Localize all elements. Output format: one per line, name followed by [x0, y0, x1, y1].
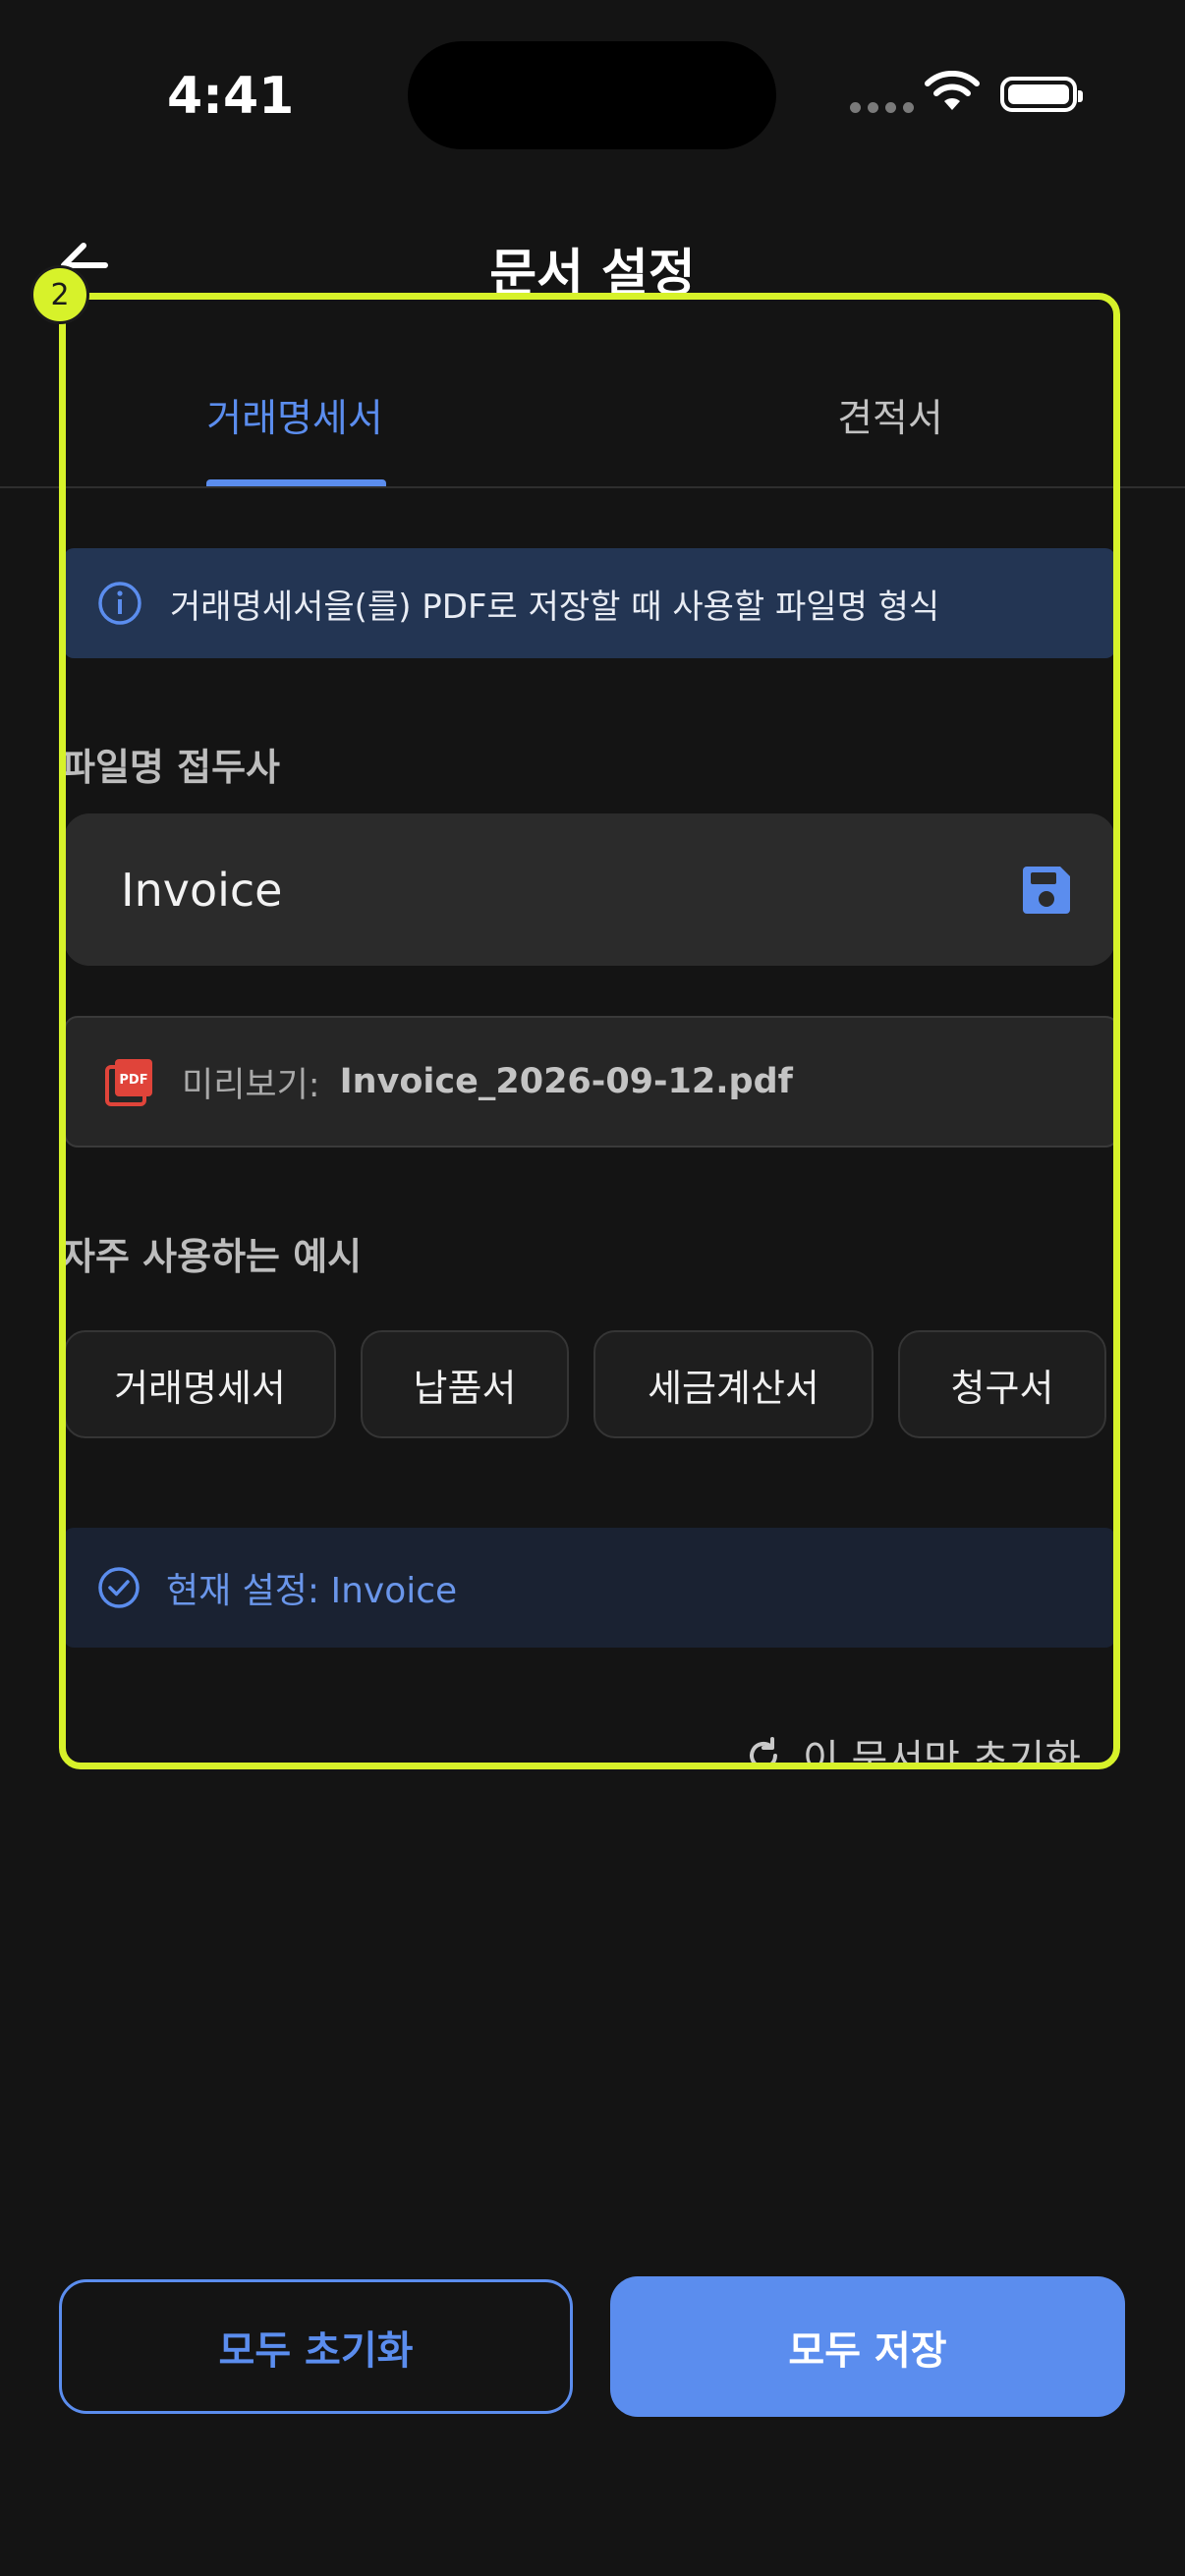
example-chip[interactable]: 세금계산서: [593, 1330, 874, 1438]
example-chip[interactable]: 납품서: [361, 1330, 569, 1438]
reset-this-document-label: 이 문서만 초기화: [802, 1737, 1081, 1768]
info-icon: [98, 582, 141, 625]
battery-icon: [1000, 77, 1083, 112]
page-title: 문서 설정: [489, 245, 696, 304]
highlight-badge: 2: [30, 265, 89, 324]
info-banner: 거래명세서을(를) PDF로 저장할 때 사용할 파일명 형식: [64, 548, 1115, 658]
reset-this-document-button[interactable]: 이 문서만 초기화: [727, 1721, 1120, 1768]
pdf-icon: PDF: [105, 1059, 152, 1106]
status-time: 4:41: [167, 67, 295, 126]
floppy-disk-icon[interactable]: [1017, 861, 1076, 920]
reset-all-button[interactable]: 모두 초기화: [59, 2279, 573, 2414]
example-chip[interactable]: 청구서: [898, 1330, 1106, 1438]
preview-filename: Invoice_2026-09-12.pdf: [339, 1062, 793, 1101]
refresh-icon: [749, 1737, 777, 1768]
tab-transaction-statement[interactable]: 거래명세서: [0, 388, 590, 443]
filename-preview: PDF 미리보기: Invoice_2026-09-12.pdf: [64, 1016, 1119, 1148]
dynamic-island: [408, 41, 776, 149]
examples-label: 자주 사용하는 예시: [61, 1235, 363, 1278]
current-setting-banner: 현재 설정: Invoice: [64, 1528, 1115, 1648]
current-setting-text: 현재 설정: Invoice: [166, 1571, 458, 1611]
tab-divider: [0, 486, 1185, 488]
preview-label: 미리보기:: [182, 1065, 320, 1105]
example-chip-list: 거래명세서 납품서 세금계산서 청구서: [64, 1330, 1106, 1438]
svg-text:PDF: PDF: [119, 1073, 147, 1088]
wifi-icon: [925, 71, 980, 110]
tab-quotation[interactable]: 견적서: [595, 388, 1185, 443]
info-text: 거래명세서을(를) PDF로 저장할 때 사용할 파일명 형식: [170, 587, 940, 627]
filename-prefix-input[interactable]: [119, 862, 1017, 918]
check-circle-icon: [98, 1567, 140, 1608]
example-chip[interactable]: 거래명세서: [64, 1330, 336, 1438]
cellular-signal-icon: [850, 102, 914, 113]
filename-prefix-field[interactable]: [64, 813, 1115, 966]
save-all-button[interactable]: 모두 저장: [610, 2276, 1125, 2417]
filename-prefix-label: 파일명 접두사: [61, 746, 280, 789]
